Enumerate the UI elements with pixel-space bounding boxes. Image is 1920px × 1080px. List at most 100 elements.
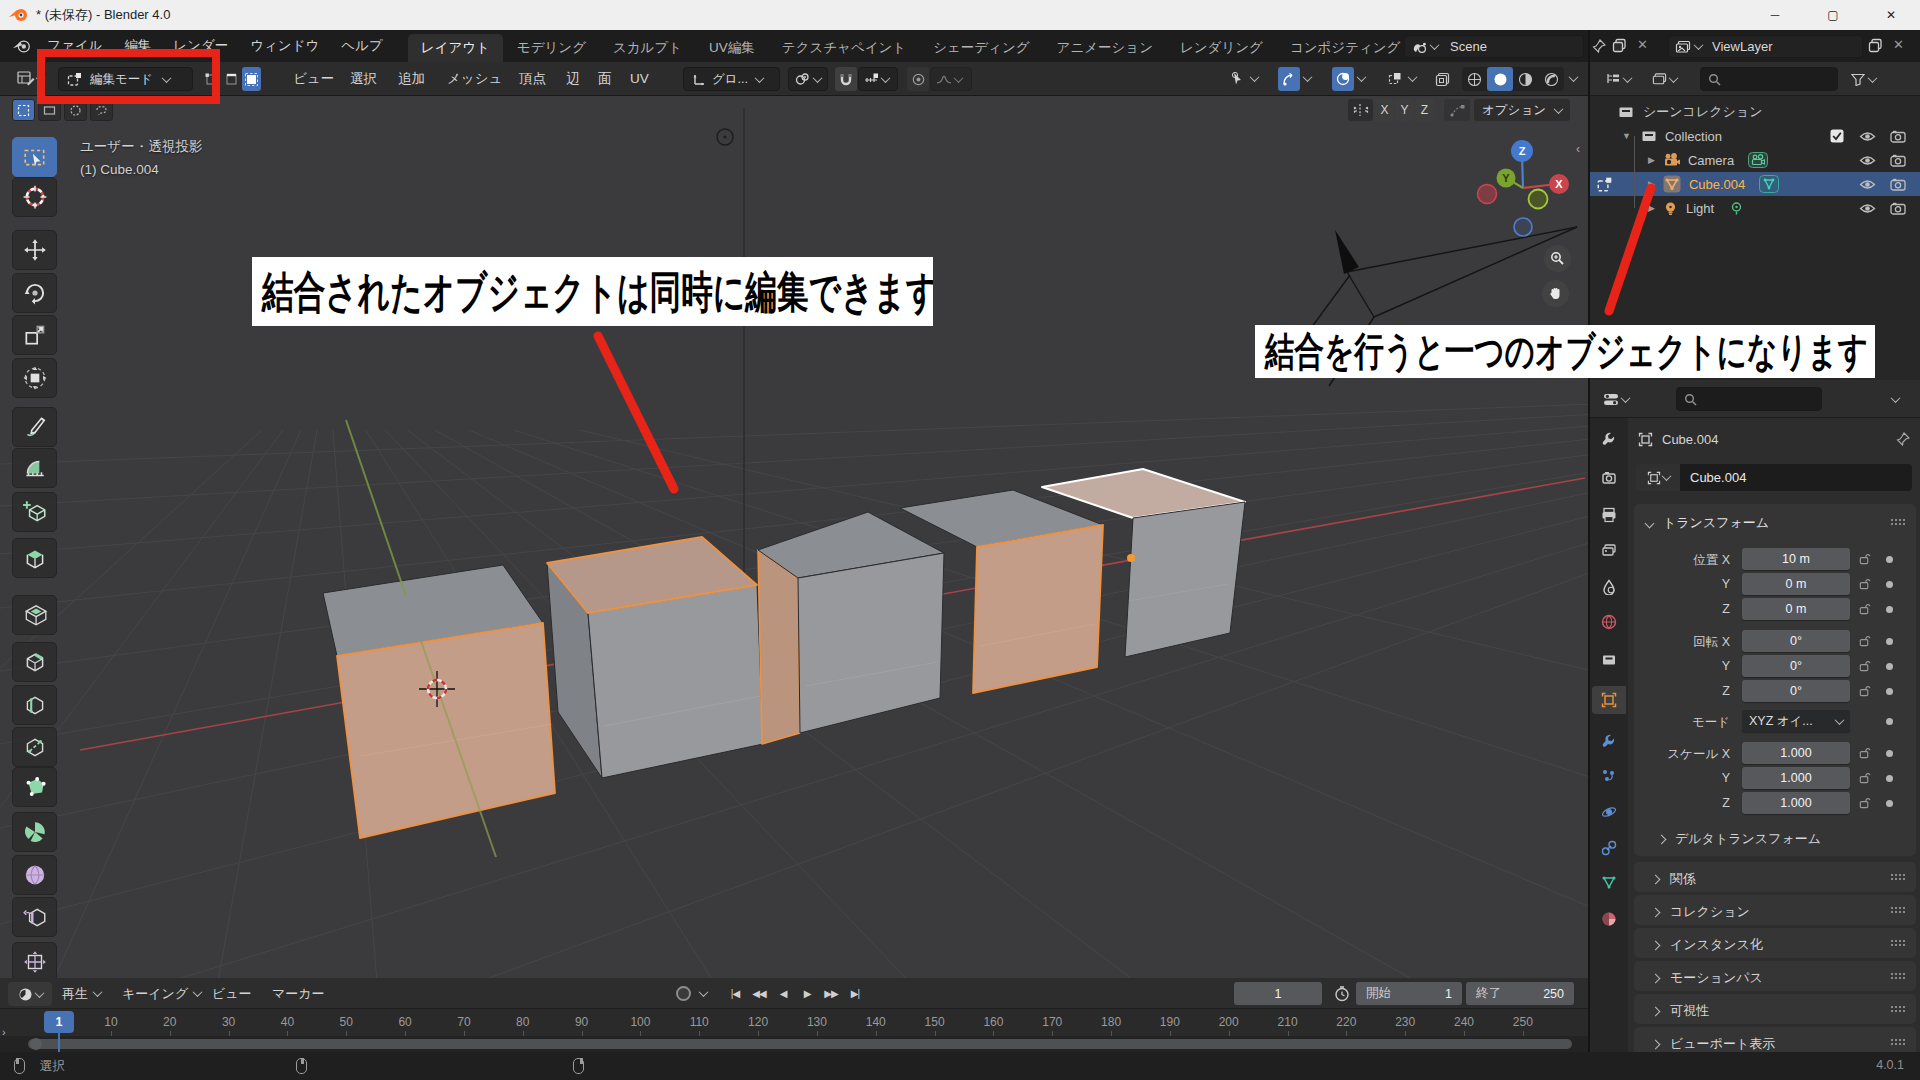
transform-value-9[interactable]: 1.000 [1742, 792, 1850, 814]
tool-smooth[interactable] [12, 855, 57, 895]
properties-tab-constraints[interactable] [1592, 834, 1626, 862]
properties-tab-modifiers[interactable] [1592, 726, 1626, 754]
animate-dot[interactable] [1886, 581, 1893, 588]
outliner-filter-images[interactable] [1648, 67, 1688, 91]
properties-tab-world[interactable] [1592, 608, 1626, 636]
shading-solid-button[interactable] [1487, 67, 1513, 91]
properties-tab-render[interactable] [1592, 464, 1626, 492]
tool-measure[interactable] [12, 448, 57, 488]
overlays-toggle-button[interactable] [1332, 67, 1354, 91]
lock-icon[interactable] [1858, 771, 1871, 787]
transform-orientation-dropdown[interactable]: グロ... [683, 67, 780, 91]
transform-value-0[interactable]: 10 m [1742, 548, 1850, 570]
timeline-menu-ビュー[interactable]: ビュー [212, 978, 252, 1009]
object-type-dropdown[interactable] [1636, 464, 1680, 491]
close-button[interactable]: ✕ [1862, 0, 1920, 30]
timeline-expand-icon[interactable]: › [2, 1026, 6, 1038]
gizmos-toggle-button[interactable] [1278, 67, 1300, 91]
animate-dot[interactable] [1886, 606, 1893, 613]
tool-scale[interactable] [12, 315, 57, 355]
tool-edge-slide[interactable] [12, 897, 57, 937]
toolbar-menu-面[interactable]: 面 [598, 62, 612, 96]
proportional-falloff-dropdown[interactable] [930, 67, 972, 91]
workspace-tab-アニメーション[interactable]: アニメーション [1044, 34, 1166, 62]
properties-tab-tool[interactable] [1592, 424, 1626, 452]
tool-knife[interactable] [12, 727, 57, 767]
properties-tab-material[interactable] [1592, 905, 1626, 933]
transform-value-2[interactable]: 0 m [1742, 598, 1850, 620]
delta-transform-header[interactable]: デルタトランスフォーム [1658, 830, 1821, 848]
shading-rendered-button[interactable] [1538, 67, 1564, 91]
hide-eye-icon[interactable] [1859, 202, 1876, 215]
panel-関係[interactable]: 関係 [1634, 862, 1916, 892]
tool-loop-cut[interactable] [12, 685, 57, 725]
lock-icon[interactable] [1858, 796, 1871, 812]
properties-tab-view-layer[interactable] [1592, 537, 1626, 565]
workspace-tab-シェーディング[interactable]: シェーディング [920, 34, 1042, 62]
properties-tab-physics[interactable] [1592, 798, 1626, 826]
mirror-y-button[interactable]: Y [1395, 99, 1414, 121]
outliner-row-Camera[interactable]: ▶Camera [1590, 148, 1920, 172]
panel-可視性[interactable]: 可視性 [1634, 994, 1916, 1024]
play-button[interactable]: ▶ [796, 982, 818, 1005]
disable-render-icon[interactable] [1890, 202, 1906, 215]
maximize-button[interactable]: ▢ [1804, 0, 1862, 30]
play-reverse-button[interactable]: ◀ [772, 982, 794, 1005]
jump-start-button[interactable]: |◀ [724, 982, 746, 1005]
sidebar-collapse-icon[interactable]: ‹ [1576, 142, 1580, 156]
disable-render-icon[interactable] [1890, 178, 1906, 191]
transform-value-6[interactable]: XYZ オイ... [1742, 710, 1850, 732]
tool-box-select[interactable] [12, 137, 57, 177]
outliner-filter-dropdown[interactable] [1846, 67, 1894, 91]
transform-value-3[interactable]: 0° [1742, 630, 1850, 652]
pivot-point-dropdown[interactable] [788, 67, 828, 91]
properties-tab-particles[interactable] [1592, 762, 1626, 790]
viewlayer-selector[interactable]: ViewLayer [1668, 35, 1863, 58]
current-frame-indicator[interactable]: 1 [44, 1011, 74, 1033]
pin-icon[interactable] [1896, 432, 1910, 446]
workspace-tab-テクスチャペイント[interactable]: テクスチャペイント [769, 34, 919, 62]
transform-value-7[interactable]: 1.000 [1742, 742, 1850, 764]
animate-dot[interactable] [1886, 775, 1893, 782]
prev-key-button[interactable]: ◀◀ [748, 982, 770, 1005]
viewport-zoom-button[interactable] [1544, 245, 1571, 272]
properties-tab-collection[interactable] [1592, 646, 1626, 674]
tool-move[interactable] [12, 230, 57, 270]
workspace-tab-UV編集[interactable]: UV編集 [696, 34, 768, 62]
lock-icon[interactable] [1858, 634, 1871, 650]
toolbar-menu-辺[interactable]: 辺 [566, 62, 580, 96]
panel-インスタンス化[interactable]: インスタンス化 [1634, 928, 1916, 958]
blender-menu-icon[interactable] [12, 39, 32, 54]
face-select-button[interactable] [242, 67, 261, 91]
options-dropdown[interactable]: オプション [1474, 99, 1570, 121]
navigation-gizmo[interactable]: Z Y X [1466, 133, 1588, 249]
animate-dot[interactable] [1886, 688, 1893, 695]
tool-extrude-region[interactable] [12, 538, 57, 578]
copy-viewlayer-icon[interactable] [1868, 38, 1883, 53]
tool-poly-build[interactable] [12, 767, 57, 807]
unlink-scene-icon[interactable]: ✕ [1637, 37, 1648, 52]
scene-selector[interactable]: Scene [1404, 35, 1584, 58]
properties-tab-object[interactable] [1592, 686, 1626, 714]
outliner-row-Collection[interactable]: ▼Collection [1590, 124, 1920, 148]
outliner-row-Light[interactable]: ▶Light [1590, 196, 1920, 220]
timeline-editor-type[interactable] [8, 982, 52, 1006]
timeline-menu-キーイング[interactable]: キーイング [122, 978, 201, 1009]
timeline-menu-再生[interactable]: 再生 [62, 978, 101, 1009]
viewport-scene-canvas[interactable] [0, 96, 1588, 980]
tool-shrink-fatten[interactable] [12, 942, 57, 980]
toolbar-menu-選択[interactable]: 選択 [350, 62, 377, 96]
lock-icon[interactable] [1858, 602, 1871, 618]
snap-path-icon[interactable] [1444, 99, 1470, 121]
toolbar-menu-頂点[interactable]: 頂点 [519, 62, 546, 96]
workspace-tab-スカルプト[interactable]: スカルプト [600, 34, 695, 62]
menu-ウィンドウ[interactable]: ウィンドウ [239, 30, 330, 62]
disable-render-icon[interactable] [1890, 130, 1906, 143]
lock-icon[interactable] [1858, 552, 1871, 568]
toolbar-menu-メッシュ[interactable]: メッシュ [447, 62, 502, 96]
timeline-scrollbar[interactable] [0, 1036, 1588, 1052]
properties-tab-data[interactable] [1592, 868, 1626, 896]
outliner-scene-collection[interactable]: シーンコレクション [1590, 100, 1920, 124]
hide-eye-icon[interactable] [1859, 178, 1876, 191]
workspace-tab-モデリング[interactable]: モデリング [504, 34, 599, 62]
